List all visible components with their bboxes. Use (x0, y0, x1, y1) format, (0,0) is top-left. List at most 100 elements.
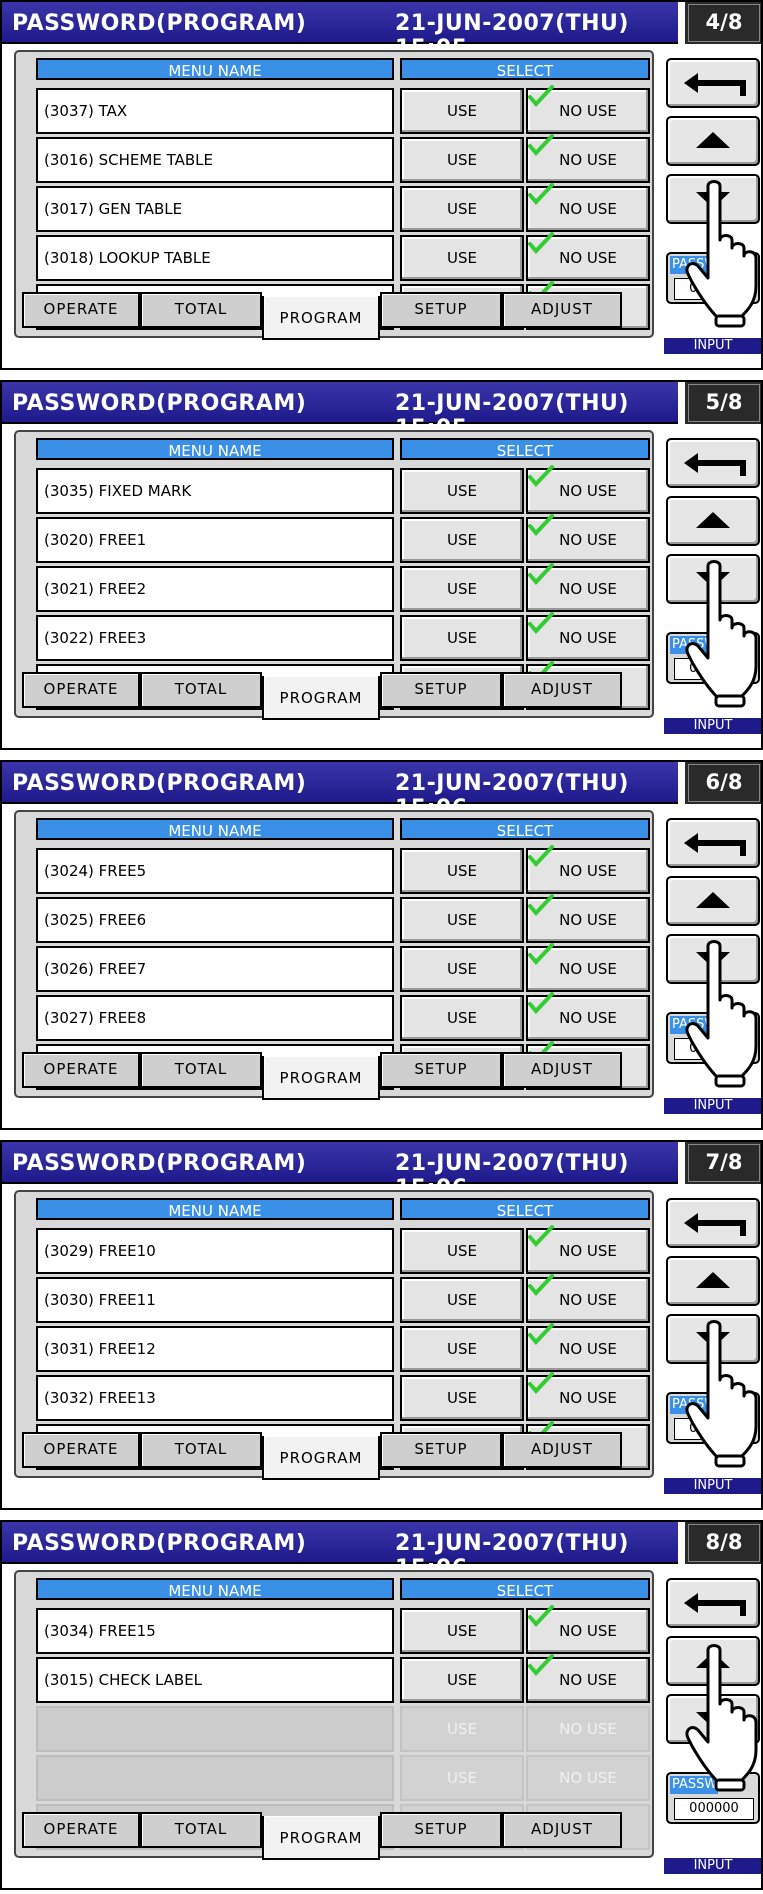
screen-title: PASSWORD(PROGRAM) (12, 1531, 307, 1556)
input-box[interactable]: INPUT (664, 1098, 761, 1128)
check-icon (528, 232, 554, 254)
use-button[interactable]: USE (400, 468, 524, 514)
scroll-up-button[interactable] (666, 116, 760, 166)
input-label: INPUT (664, 1858, 761, 1874)
menu-name-cell: (3022) FREE3 (36, 615, 394, 661)
use-button: USE (400, 1755, 524, 1801)
tab-setup[interactable]: SETUP (380, 1812, 502, 1848)
use-button[interactable]: USE (400, 137, 524, 183)
return-button[interactable] (666, 58, 760, 108)
check-icon (528, 1654, 554, 1676)
select-header: SELECT (400, 438, 650, 460)
use-button[interactable]: USE (400, 1228, 524, 1274)
tab-operate[interactable]: OPERATE (22, 292, 140, 328)
menu-name-cell: (3025) FREE6 (36, 897, 394, 943)
tab-total[interactable]: TOTAL (140, 1432, 262, 1468)
use-button[interactable]: USE (400, 1326, 524, 1372)
check-icon (528, 563, 554, 585)
page-indicator: 7/8 (683, 1142, 761, 1184)
tab-operate[interactable]: OPERATE (22, 1812, 140, 1848)
tab-program[interactable]: PROGRAM (262, 1056, 380, 1100)
tab-adjust[interactable]: ADJUST (502, 292, 622, 328)
menu-row: USENO USE (16, 1706, 656, 1752)
use-button[interactable]: USE (400, 88, 524, 134)
tab-total[interactable]: TOTAL (140, 1812, 262, 1848)
use-button[interactable]: USE (400, 995, 524, 1041)
menu-row: (3027) FREE8 USE NO USE (16, 992, 656, 1041)
password-value[interactable]: 000000 (674, 1798, 754, 1820)
menu-name-cell: (3037) TAX (36, 88, 394, 134)
use-button[interactable]: USE (400, 566, 524, 612)
use-button[interactable]: USE (400, 1375, 524, 1421)
scroll-up-button[interactable] (666, 496, 760, 546)
tab-adjust[interactable]: ADJUST (502, 1432, 622, 1468)
return-button[interactable] (666, 818, 760, 868)
input-box[interactable]: INPUT (664, 1478, 761, 1508)
menu-name-cell: (3027) FREE8 (36, 995, 394, 1041)
title-bar: PASSWORD(PROGRAM) 21-JUN-2007(THU) 15:05 (2, 382, 678, 441)
tab-adjust[interactable]: ADJUST (502, 1812, 622, 1848)
screen-title: PASSWORD(PROGRAM) (12, 391, 307, 416)
return-button[interactable] (666, 1578, 760, 1628)
check-icon (528, 992, 554, 1014)
use-button[interactable]: USE (400, 235, 524, 281)
check-icon (528, 943, 554, 965)
use-button[interactable]: USE (400, 1277, 524, 1323)
check-icon (528, 85, 554, 107)
tab-program[interactable]: PROGRAM (262, 296, 380, 340)
tab-total[interactable]: TOTAL (140, 292, 262, 328)
tab-setup[interactable]: SETUP (380, 1052, 502, 1088)
check-icon (528, 1372, 554, 1394)
pointing-hand-icon (678, 178, 761, 328)
check-icon (528, 1225, 554, 1247)
tab-total[interactable]: TOTAL (140, 672, 262, 708)
use-button[interactable]: USE (400, 848, 524, 894)
check-icon (528, 1323, 554, 1345)
input-box[interactable]: INPUT (664, 338, 761, 368)
scroll-up-button[interactable] (666, 876, 760, 926)
tab-adjust[interactable]: ADJUST (502, 1052, 622, 1088)
return-button[interactable] (666, 1198, 760, 1248)
tab-operate[interactable]: OPERATE (22, 672, 140, 708)
input-box[interactable]: INPUT (664, 1858, 761, 1888)
scroll-up-button[interactable] (666, 1256, 760, 1306)
menu-row: (3032) FREE13 USE NO USE (16, 1372, 656, 1421)
tab-total[interactable]: TOTAL (140, 1052, 262, 1088)
use-button[interactable]: USE (400, 946, 524, 992)
page-indicator: 5/8 (683, 382, 761, 424)
tab-setup[interactable]: SETUP (380, 292, 502, 328)
check-icon (528, 894, 554, 916)
use-button[interactable]: USE (400, 1657, 524, 1703)
use-button[interactable]: USE (400, 517, 524, 563)
tab-operate[interactable]: OPERATE (22, 1432, 140, 1468)
menu-name-cell: (3026) FREE7 (36, 946, 394, 992)
use-button[interactable]: USE (400, 897, 524, 943)
screen-title: PASSWORD(PROGRAM) (12, 1151, 307, 1176)
use-button[interactable]: USE (400, 1608, 524, 1654)
menu-name-header: MENU NAME (36, 818, 394, 840)
tab-setup[interactable]: SETUP (380, 1432, 502, 1468)
use-button: USE (400, 1706, 524, 1752)
menu-row: (3016) SCHEME TABLE USE NO USE (16, 134, 656, 183)
tab-program[interactable]: PROGRAM (262, 676, 380, 720)
tab-program[interactable]: PROGRAM (262, 1436, 380, 1480)
use-button[interactable]: USE (400, 186, 524, 232)
tab-operate[interactable]: OPERATE (22, 1052, 140, 1088)
tab-setup[interactable]: SETUP (380, 672, 502, 708)
pointing-hand-icon (678, 1642, 761, 1792)
title-bar: PASSWORD(PROGRAM) 21-JUN-2007(THU) 15:06 (2, 1142, 678, 1201)
pointing-hand-icon (678, 938, 761, 1088)
input-label: INPUT (664, 1478, 761, 1494)
tab-program[interactable]: PROGRAM (262, 1816, 380, 1860)
menu-row: (3034) FREE15 USE NO USE (16, 1605, 656, 1654)
input-box[interactable]: INPUT (664, 718, 761, 748)
menu-name-cell (36, 1706, 394, 1752)
menu-name-cell: (3018) LOOKUP TABLE (36, 235, 394, 281)
input-label: INPUT (664, 1098, 761, 1114)
return-button[interactable] (666, 438, 760, 488)
title-bar: PASSWORD(PROGRAM) 21-JUN-2007(THU) 15:05 (2, 2, 678, 61)
use-button[interactable]: USE (400, 615, 524, 661)
menu-row: (3031) FREE12 USE NO USE (16, 1323, 656, 1372)
check-icon (528, 1274, 554, 1296)
tab-adjust[interactable]: ADJUST (502, 672, 622, 708)
